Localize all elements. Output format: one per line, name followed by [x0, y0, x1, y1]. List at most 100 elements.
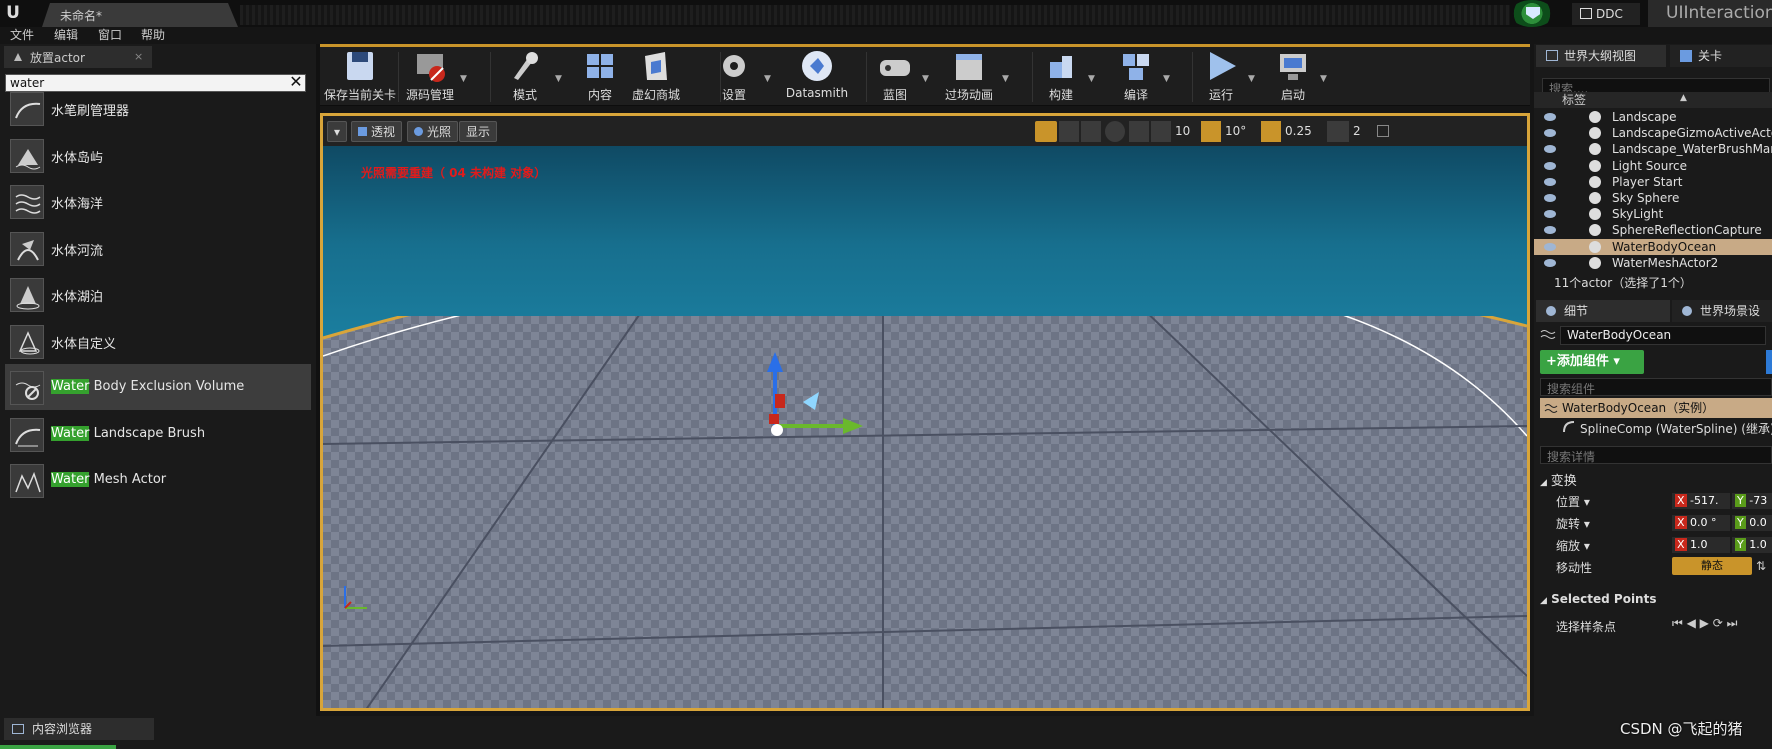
instance-component-row[interactable]: WaterBodyOcean（实例）	[1540, 398, 1772, 418]
actor-list-item[interactable]: 水体河流	[5, 225, 311, 271]
mobility-static-toggle[interactable]: 静态	[1672, 557, 1752, 575]
actor-list-item[interactable]: 水笔刷管理器	[5, 85, 311, 131]
transform-section-header[interactable]: ◢ 变换	[1540, 470, 1577, 489]
toolbar-dropdown-arrow-icon[interactable]: ▼	[922, 74, 929, 84]
toolbar-dropdown-arrow-icon[interactable]: ▼	[1163, 74, 1170, 84]
show-button[interactable]: 显示	[459, 121, 498, 142]
toolbar-button-modes[interactable]: 模式	[497, 48, 553, 106]
level-viewport[interactable]: ▾ 透视 光照 显示 10 10° 0.25 2 光照需要重建（ 04 未构建 …	[320, 113, 1530, 711]
outliner-row[interactable]: WaterBodyOcean	[1534, 238, 1772, 255]
visibility-eye-icon[interactable]	[1544, 258, 1556, 267]
translate-mode-icon[interactable]	[1035, 121, 1057, 142]
project-name-tab[interactable]: UIInteractionD	[1648, 0, 1772, 27]
selected-points-header[interactable]: ◢ Selected Points	[1540, 592, 1656, 606]
visibility-eye-icon[interactable]	[1544, 113, 1556, 121]
world-space-icon[interactable]	[1105, 121, 1125, 142]
toolbar-button-build[interactable]: 构建	[1036, 48, 1086, 106]
actor-list-item[interactable]: 水体自定义	[5, 318, 311, 364]
blueprint-button[interactable]	[1766, 350, 1772, 374]
mobility-movable-icon[interactable]: ⇅	[1756, 559, 1770, 573]
spline-point-nav-buttons[interactable]: ⏮ ◀ ▶ ⟳ ⏭	[1672, 616, 1772, 634]
toolbar-dropdown-arrow-icon[interactable]: ▼	[555, 74, 562, 84]
actor-list-item[interactable]: 水体岛屿	[5, 132, 311, 178]
outliner-row[interactable]: Landscape	[1534, 109, 1772, 125]
toolbar-button-launch[interactable]: 启动	[1268, 48, 1318, 106]
toolbar-button-marketplace[interactable]: 虚幻商城	[628, 48, 684, 106]
rotation-y-field[interactable]: Y 0.0	[1732, 515, 1772, 531]
actor-list-item[interactable]: 水体湖泊	[5, 271, 311, 317]
rotation-label[interactable]: 旋转 ▾	[1556, 515, 1590, 532]
outliner-row[interactable]: Player Start	[1534, 174, 1772, 190]
document-tab[interactable]: 未命名*	[42, 3, 238, 27]
outliner-row[interactable]: SkyLight	[1534, 206, 1772, 222]
rotation-snap-icon[interactable]	[1201, 121, 1221, 142]
grid-snap-value[interactable]: 10	[1175, 121, 1199, 142]
actor-list-item[interactable]: Water Body Exclusion Volume	[5, 364, 311, 410]
scale-snap-value[interactable]: 0.25	[1285, 121, 1319, 142]
outliner-row[interactable]: WaterMeshActor2	[1534, 255, 1772, 271]
surface-snap-icon[interactable]	[1129, 121, 1149, 142]
actor-name-input[interactable]: WaterBodyOcean	[1560, 326, 1766, 345]
scale-snap-icon[interactable]	[1261, 121, 1281, 142]
viewport-options-dropdown[interactable]: ▾	[327, 121, 348, 142]
perspective-button[interactable]: 透视	[351, 121, 403, 142]
scale-y-field[interactable]: Y 1.0	[1732, 537, 1772, 553]
menu-file[interactable]: 文件	[10, 27, 34, 44]
outliner-row[interactable]: LandscapeGizmoActiveActor1	[1534, 125, 1772, 141]
outliner-row[interactable]: Light Source	[1534, 158, 1772, 174]
camera-speed-icon[interactable]	[1327, 121, 1349, 142]
toolbar-button-datasmith[interactable]: Datasmith	[780, 48, 854, 106]
toolbar-button-source-control[interactable]: 源码管理	[402, 48, 458, 106]
toolbar-button-settings[interactable]: 设置	[706, 48, 762, 106]
location-x-field[interactable]: X -517.	[1672, 493, 1730, 509]
place-actor-tab[interactable]: 放置actor	[4, 46, 152, 68]
visibility-eye-icon[interactable]	[1544, 242, 1556, 251]
search-details-input[interactable]: 搜索详情	[1540, 446, 1772, 464]
outliner-column-header[interactable]: 标签 ▲	[1534, 92, 1772, 108]
visibility-eye-icon[interactable]	[1544, 129, 1556, 138]
toolbar-dropdown-arrow-icon[interactable]: ▼	[1088, 74, 1095, 84]
location-y-field[interactable]: Y -73	[1732, 493, 1772, 509]
menu-edit[interactable]: 编辑	[54, 27, 78, 44]
rotate-mode-icon[interactable]	[1059, 121, 1079, 142]
toolbar-dropdown-arrow-icon[interactable]: ▼	[764, 74, 771, 84]
toolbar-dropdown-arrow-icon[interactable]: ▼	[460, 74, 467, 84]
content-browser-tab[interactable]: 内容浏览器	[4, 718, 154, 740]
lighting-button[interactable]: 光照	[407, 121, 459, 142]
scale-x-field[interactable]: X 1.0	[1672, 537, 1730, 553]
close-icon[interactable]: ×	[134, 50, 143, 63]
menu-window[interactable]: 窗口	[98, 27, 122, 44]
toolbar-dropdown-arrow-icon[interactable]: ▼	[1320, 74, 1327, 84]
actor-list-item[interactable]: Water Mesh Actor	[5, 457, 311, 503]
rotation-snap-value[interactable]: 10°	[1225, 121, 1255, 142]
toolbar-button-content[interactable]: 内容	[578, 48, 622, 106]
outliner-row[interactable]: Sky Sphere	[1534, 190, 1772, 206]
unreal-logo-icon[interactable]: U	[2, 2, 24, 24]
toolbar-dropdown-arrow-icon[interactable]: ▼	[1002, 74, 1009, 84]
scale-label[interactable]: 缩放 ▾	[1556, 537, 1590, 554]
visibility-eye-icon[interactable]	[1544, 210, 1556, 219]
outliner-row[interactable]: SphereReflectionCapture	[1534, 222, 1772, 238]
spline-component-row[interactable]: SplineComp (WaterSpline) (继承)	[1580, 420, 1772, 437]
outliner-row[interactable]: Landscape_WaterBrushManager	[1534, 141, 1772, 157]
menu-help[interactable]: 帮助	[141, 27, 165, 44]
toolbar-button-compile[interactable]: 编译	[1111, 48, 1161, 106]
transform-gizmo[interactable]	[763, 346, 873, 456]
ddc-button[interactable]: DDC	[1572, 3, 1640, 25]
toolbar-button-blueprint[interactable]: 蓝图	[870, 48, 920, 106]
actor-list-item[interactable]: Water Landscape Brush	[5, 411, 311, 457]
scale-mode-icon[interactable]	[1081, 121, 1101, 142]
visibility-eye-icon[interactable]	[1544, 161, 1556, 170]
toolbar-dropdown-arrow-icon[interactable]: ▼	[1248, 74, 1255, 84]
visibility-eye-icon[interactable]	[1544, 226, 1556, 235]
search-components-input[interactable]: 搜索组件	[1540, 378, 1772, 396]
maximize-viewport-icon[interactable]	[1377, 125, 1389, 137]
toolbar-button-cinematics[interactable]: 过场动画	[938, 48, 1000, 106]
camera-speed-value[interactable]: 2	[1353, 121, 1367, 142]
details-tab[interactable]: 细节	[1536, 300, 1670, 322]
grid-snap-icon[interactable]	[1151, 121, 1171, 142]
rotation-x-field[interactable]: X 0.0 °	[1672, 515, 1730, 531]
location-label[interactable]: 位置 ▾	[1556, 493, 1590, 510]
visibility-eye-icon[interactable]	[1544, 177, 1556, 186]
actor-list-item[interactable]: 水体海洋	[5, 178, 311, 224]
